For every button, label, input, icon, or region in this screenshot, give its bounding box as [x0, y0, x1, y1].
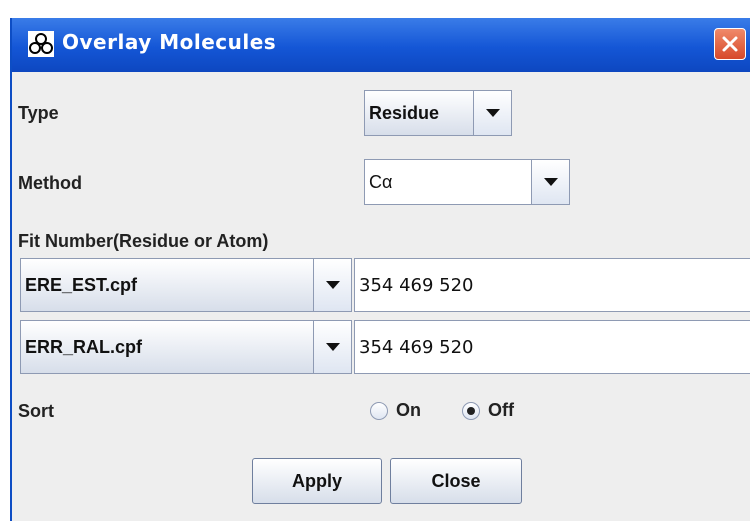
type-label: Type	[18, 103, 59, 123]
method-selected-value: Cα	[369, 171, 393, 192]
fit-file-value: ERE_EST.cpf	[25, 274, 138, 295]
fit-file-select-2[interactable]: ERR_RAL.cpf	[20, 320, 352, 374]
sort-on-radio[interactable]: On	[370, 400, 421, 421]
method-label: Method	[18, 173, 82, 193]
sort-off-radio[interactable]: Off	[462, 400, 514, 421]
method-dropdown-button[interactable]	[531, 160, 569, 204]
fit-numbers-field-1[interactable]: 354 469 520	[354, 258, 750, 312]
overlay-molecules-dialog: Overlay Molecules Type Residue Method Cα…	[10, 18, 750, 521]
window-close-button[interactable]	[714, 28, 746, 60]
chevron-down-icon	[485, 109, 500, 117]
chevron-down-icon	[543, 178, 558, 186]
type-selected-value: Residue	[369, 102, 440, 123]
title-bar[interactable]: Overlay Molecules	[12, 18, 750, 72]
sort-off-label: Off	[488, 400, 514, 420]
fit-file-select-1[interactable]: ERE_EST.cpf	[20, 258, 352, 312]
fit-number-label: Fit Number(Residue or Atom)	[18, 231, 269, 251]
fit-numbers-field-2[interactable]: 354 469 520	[354, 320, 750, 374]
fit-file-dropdown-button[interactable]	[313, 321, 351, 373]
method-select[interactable]: Cα	[364, 159, 570, 205]
chevron-down-icon	[325, 281, 340, 289]
fit-file-dropdown-button[interactable]	[313, 259, 351, 311]
type-select[interactable]: Residue	[364, 90, 512, 136]
dialog-title: Overlay Molecules	[62, 30, 277, 54]
radio-checked-icon	[462, 401, 480, 420]
sort-on-label: On	[396, 400, 421, 420]
chevron-down-icon	[325, 343, 340, 351]
fit-file-value: ERR_RAL.cpf	[25, 336, 143, 357]
type-dropdown-button[interactable]	[473, 91, 511, 135]
radio-unchecked-icon	[370, 401, 388, 420]
close-icon	[722, 36, 738, 52]
molecule-icon	[28, 31, 54, 57]
sort-label: Sort	[18, 401, 54, 421]
apply-button[interactable]: Apply	[252, 458, 382, 504]
close-button[interactable]: Close	[390, 458, 522, 504]
